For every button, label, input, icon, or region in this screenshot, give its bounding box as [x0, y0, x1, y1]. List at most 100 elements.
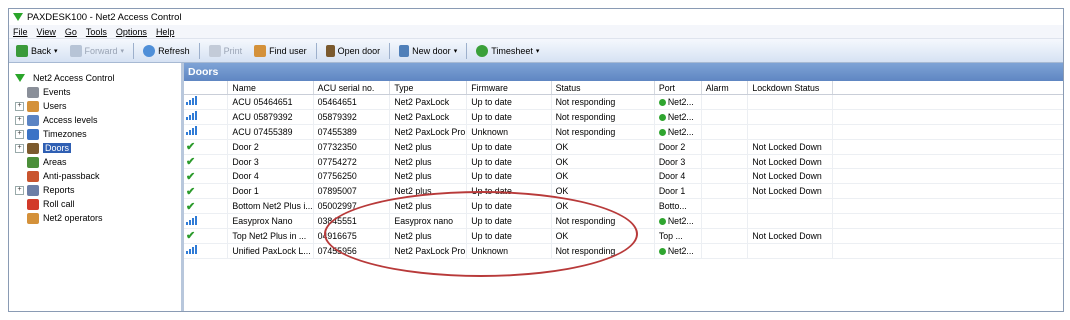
timesheet-button[interactable]: Timesheet ▾	[473, 42, 542, 60]
sidebar-item-areas[interactable]: Areas	[9, 155, 181, 169]
cell-name: ACU 05879392	[227, 109, 314, 125]
sidebar-item-label: Timezones	[43, 129, 87, 139]
checkmark-icon: ✔	[186, 230, 196, 243]
menu-help[interactable]: Help	[156, 27, 175, 37]
sidebar-item-timezones[interactable]: + Timezones	[9, 127, 181, 141]
status-dot-icon	[658, 218, 666, 226]
sidebar-item-anti-passback[interactable]: Anti-passback	[9, 169, 181, 183]
column-header-icon[interactable]	[184, 81, 229, 95]
table-header-row: Name ACU serial no. Type Firmware Status…	[184, 81, 1063, 95]
sidebar-item-events[interactable]: Events	[9, 85, 181, 99]
cell-filler	[832, 154, 1063, 170]
cell-acu-serial: 07895007	[313, 183, 391, 200]
column-header-name[interactable]: Name	[227, 81, 314, 95]
forward-arrow-icon	[69, 44, 82, 57]
sidebar-item-label: Reports	[43, 185, 75, 195]
expand-plus-icon[interactable]: +	[15, 185, 24, 195]
signal-strength-icon	[186, 245, 197, 255]
row-status-cell	[184, 109, 229, 125]
menu-tools[interactable]: Tools	[86, 27, 107, 37]
menu-options[interactable]: Options	[116, 27, 147, 37]
table-row[interactable]: ACU 05879392 05879392 Net2 PaxLock Up to da…	[184, 109, 1063, 125]
menu-file[interactable]: File	[13, 27, 28, 37]
cell-type: Net2 plus	[389, 168, 468, 185]
sidebar-item-access-levels[interactable]: + Access levels	[9, 113, 181, 127]
back-button[interactable]: Back ▾	[13, 42, 61, 60]
cell-firmware: Up to date	[466, 213, 552, 230]
cell-port: Door 3	[654, 154, 702, 170]
table-row[interactable]: ✔ Top Net2 Plus in ... 04916675 Net2 plus Up…	[184, 228, 1063, 244]
refresh-button[interactable]: Refresh	[140, 42, 193, 60]
table-row[interactable]: ACU 05464651 05464651 Net2 PaxLock Up to da…	[184, 94, 1063, 110]
expand-plus-icon[interactable]: +	[15, 115, 24, 125]
menu-view[interactable]: View	[37, 27, 56, 37]
menu-go[interactable]: Go	[65, 27, 77, 37]
sidebar-item-doors[interactable]: + Doors	[9, 141, 181, 155]
column-header-port[interactable]: Port	[654, 81, 702, 95]
cell-firmware: Up to date	[466, 198, 552, 215]
column-header-alarm[interactable]: Alarm	[701, 81, 749, 95]
cell-firmware: Unknown	[466, 124, 552, 140]
new-door-button[interactable]: New door ▾	[396, 42, 460, 60]
toolbar-separator	[133, 42, 135, 59]
cell-name: ACU 07455389	[227, 124, 314, 140]
cell-type: Net2 plus	[389, 183, 468, 200]
column-header-acu-serial[interactable]: ACU serial no.	[313, 81, 391, 95]
port-label: Top ...	[658, 230, 683, 241]
sidebar-item-reports[interactable]: + Reports	[9, 183, 181, 197]
cell-name: Door 4	[227, 168, 314, 185]
sidebar-item-label: Users	[43, 101, 67, 111]
table-row[interactable]: ✔ Door 3 07754272 Net2 plus Up to date OK Door…	[184, 154, 1063, 170]
cell-filler	[832, 124, 1063, 140]
expand-plus-icon[interactable]: +	[15, 129, 24, 139]
sidebar-item-users[interactable]: + Users	[9, 99, 181, 113]
menu-bar: File View Go Tools Options Help	[9, 25, 1063, 39]
signal-strength-icon	[186, 126, 197, 136]
status-dot-icon	[658, 114, 666, 121]
column-header-type[interactable]: Type	[389, 81, 468, 95]
expand-plus-icon[interactable]: +	[15, 143, 24, 153]
checkmark-icon: ✔	[186, 170, 196, 183]
table-row[interactable]: ✔ Door 1 07895007 Net2 plus Up to date OK Door…	[184, 183, 1063, 200]
open-door-button[interactable]: Open door	[323, 42, 384, 60]
cell-firmware: Unknown	[466, 243, 552, 259]
table-row[interactable]: ✔ Door 4 07756250 Net2 plus Up to date OK Door…	[184, 168, 1063, 185]
table-row[interactable]: Easyprox Nano 03845551 Easyprox nano Up to …	[184, 213, 1063, 230]
cell-alarm	[701, 124, 749, 140]
table-row[interactable]: ACU 07455389 07455389 Net2 PaxLock Pro Unkn…	[184, 124, 1063, 140]
column-header-lockdown-status[interactable]: Lockdown Status	[747, 81, 834, 95]
cell-status: Not responding	[551, 109, 655, 125]
column-header-status[interactable]: Status	[551, 81, 655, 95]
tree-root[interactable]: Net2 Access Control	[9, 71, 181, 85]
open-door-label: Open door	[337, 45, 381, 56]
print-icon	[208, 44, 221, 57]
chevron-down-icon: ▾	[535, 47, 540, 55]
find-user-button[interactable]: Find user	[251, 42, 310, 60]
door-icon	[325, 44, 335, 57]
sidebar-item-net2-operators[interactable]: Net2 operators	[9, 211, 181, 225]
column-header-firmware[interactable]: Firmware	[466, 81, 552, 95]
table-row[interactable]: Unified PaxLock L... 07455956 Net2 PaxLock…	[184, 243, 1063, 259]
doors-icon	[27, 142, 39, 154]
cell-port: Door 2	[654, 139, 702, 155]
cell-filler	[832, 213, 1063, 230]
print-button[interactable]: Print	[206, 42, 246, 60]
column-header-filler	[832, 81, 1063, 95]
cell-alarm	[701, 139, 749, 155]
signal-strength-icon	[186, 96, 197, 106]
sidebar-item-roll-call[interactable]: Roll call	[9, 197, 181, 211]
port-label: Door 3	[658, 156, 686, 167]
row-status-cell: ✔	[184, 183, 229, 200]
cell-alarm	[701, 243, 749, 259]
toolbar-separator	[466, 42, 468, 59]
table-row[interactable]: ✔ Door 2 07732350 Net2 plus Up to date OK Door…	[184, 139, 1063, 155]
table-row[interactable]: ✔ Bottom Net2 Plus i... 05002997 Net2 plus U…	[184, 198, 1063, 215]
row-status-cell	[184, 213, 229, 230]
forward-button[interactable]: Forward ▾	[67, 42, 128, 60]
expand-plus-icon[interactable]: +	[15, 101, 24, 111]
cell-name: Door 3	[227, 154, 314, 170]
